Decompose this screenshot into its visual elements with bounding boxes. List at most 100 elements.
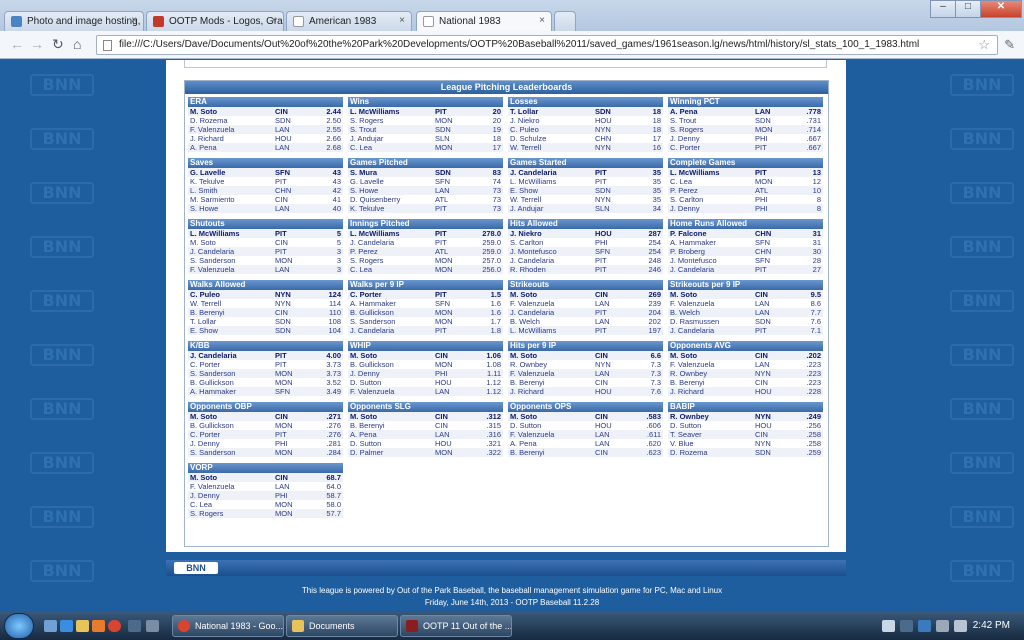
player-name-link[interactable]: J. Candelaria: [188, 351, 275, 360]
team-abbrev-link[interactable]: SDN: [275, 116, 313, 125]
chrome-icon[interactable]: [108, 620, 121, 632]
team-abbrev-link[interactable]: CHN: [275, 186, 313, 195]
team-abbrev-link[interactable]: LAN: [595, 430, 633, 439]
player-name-link[interactable]: S. Rogers: [348, 256, 435, 265]
player-name-link[interactable]: F. Valenzuela: [188, 125, 275, 134]
tray-arrow-icon[interactable]: [882, 620, 895, 632]
player-name-link[interactable]: C. Lea: [348, 143, 435, 152]
player-name-link[interactable]: A. Hammaker: [668, 238, 755, 247]
team-abbrev-link[interactable]: SFN: [755, 256, 793, 265]
team-abbrev-link[interactable]: CIN: [755, 351, 793, 360]
team-abbrev-link[interactable]: MON: [275, 421, 313, 430]
team-abbrev-link[interactable]: CIN: [275, 195, 313, 204]
forward-arrow-icon[interactable]: →: [30, 36, 44, 52]
player-name-link[interactable]: J. Denny: [668, 134, 755, 143]
player-name-link[interactable]: D. Rozema: [188, 116, 275, 125]
player-name-link[interactable]: B. Berenyi: [508, 378, 595, 387]
player-name-link[interactable]: L. Smith: [188, 186, 275, 195]
player-name-link[interactable]: P. Perez: [668, 186, 755, 195]
team-abbrev-link[interactable]: SLN: [435, 134, 473, 143]
team-abbrev-link[interactable]: PIT: [435, 204, 473, 213]
team-abbrev-link[interactable]: CIN: [595, 351, 633, 360]
team-abbrev-link[interactable]: HOU: [595, 387, 633, 396]
team-abbrev-link[interactable]: PHI: [755, 195, 793, 204]
media-player-icon[interactable]: [128, 620, 141, 632]
team-abbrev-link[interactable]: SDN: [435, 125, 473, 134]
player-name-link[interactable]: R. Ownbey: [508, 360, 595, 369]
clock[interactable]: 2:42 PM: [973, 620, 1010, 631]
team-abbrev-link[interactable]: PIT: [755, 265, 793, 274]
player-name-link[interactable]: C. Porter: [188, 430, 275, 439]
player-name-link[interactable]: J. Candelaria: [508, 168, 595, 177]
team-abbrev-link[interactable]: MON: [275, 378, 313, 387]
team-abbrev-link[interactable]: CIN: [435, 421, 473, 430]
team-abbrev-link[interactable]: MON: [275, 509, 313, 518]
player-name-link[interactable]: J. Andujar: [508, 204, 595, 213]
player-name-link[interactable]: C. Lea: [668, 177, 755, 186]
bnn-logo[interactable]: BNN: [174, 562, 218, 574]
team-abbrev-link[interactable]: MON: [275, 256, 313, 265]
player-name-link[interactable]: T. Seaver: [668, 430, 755, 439]
team-abbrev-link[interactable]: PIT: [435, 326, 473, 335]
player-name-link[interactable]: J. Denny: [188, 439, 275, 448]
player-name-link[interactable]: E. Show: [508, 186, 595, 195]
player-name-link[interactable]: E. Show: [188, 326, 275, 335]
team-abbrev-link[interactable]: PIT: [595, 168, 633, 177]
team-abbrev-link[interactable]: PHI: [435, 369, 473, 378]
player-name-link[interactable]: F. Valenzuela: [348, 387, 435, 396]
player-name-link[interactable]: S. Rogers: [348, 116, 435, 125]
team-abbrev-link[interactable]: CIN: [755, 290, 793, 299]
tray-network-icon[interactable]: [918, 620, 931, 632]
team-abbrev-link[interactable]: NYN: [595, 360, 633, 369]
player-name-link[interactable]: K. Tekulve: [188, 177, 275, 186]
team-abbrev-link[interactable]: CIN: [755, 378, 793, 387]
player-name-link[interactable]: M. Soto: [188, 238, 275, 247]
player-name-link[interactable]: J. Candelaria: [348, 238, 435, 247]
team-abbrev-link[interactable]: SFN: [435, 299, 473, 308]
team-abbrev-link[interactable]: LAN: [275, 265, 313, 274]
player-name-link[interactable]: S. Carlton: [508, 238, 595, 247]
player-name-link[interactable]: C. Porter: [188, 360, 275, 369]
player-name-link[interactable]: F. Valenzuela: [188, 482, 275, 491]
team-abbrev-link[interactable]: SDN: [755, 448, 793, 457]
team-abbrev-link[interactable]: HOU: [595, 421, 633, 430]
player-name-link[interactable]: J. Denny: [668, 204, 755, 213]
task-chrome-window[interactable]: National 1983 - Goo...: [172, 615, 284, 637]
player-name-link[interactable]: B. Berenyi: [188, 308, 275, 317]
tab-close-icon[interactable]: ×: [539, 15, 545, 26]
team-abbrev-link[interactable]: MON: [435, 317, 473, 326]
player-name-link[interactable]: M. Sarmiento: [188, 195, 275, 204]
team-abbrev-link[interactable]: NYN: [595, 125, 633, 134]
player-name-link[interactable]: D. Sutton: [348, 439, 435, 448]
team-abbrev-link[interactable]: SDN: [275, 326, 313, 335]
team-abbrev-link[interactable]: SDN: [595, 186, 633, 195]
player-name-link[interactable]: J. Montefusco: [668, 256, 755, 265]
team-abbrev-link[interactable]: MON: [755, 125, 793, 134]
player-name-link[interactable]: J. Candelaria: [668, 265, 755, 274]
player-name-link[interactable]: C. Puleo: [188, 290, 275, 299]
team-abbrev-link[interactable]: PHI: [275, 439, 313, 448]
team-abbrev-link[interactable]: SDN: [275, 317, 313, 326]
team-abbrev-link[interactable]: PIT: [275, 229, 313, 238]
team-abbrev-link[interactable]: LAN: [595, 299, 633, 308]
team-abbrev-link[interactable]: MON: [275, 500, 313, 509]
team-abbrev-link[interactable]: ATL: [755, 186, 793, 195]
team-abbrev-link[interactable]: MON: [275, 448, 313, 457]
team-abbrev-link[interactable]: LAN: [435, 387, 473, 396]
player-name-link[interactable]: S. Howe: [348, 186, 435, 195]
player-name-link[interactable]: B. Berenyi: [508, 448, 595, 457]
team-abbrev-link[interactable]: LAN: [755, 360, 793, 369]
team-abbrev-link[interactable]: PIT: [275, 177, 313, 186]
quicklaunch-icon[interactable]: [146, 620, 159, 632]
team-abbrev-link[interactable]: NYN: [755, 369, 793, 378]
team-abbrev-link[interactable]: CIN: [595, 412, 633, 421]
team-abbrev-link[interactable]: MON: [755, 177, 793, 186]
team-abbrev-link[interactable]: MON: [275, 369, 313, 378]
team-abbrev-link[interactable]: MON: [435, 116, 473, 125]
home-icon[interactable]: ⌂: [73, 36, 81, 52]
team-abbrev-link[interactable]: CIN: [275, 412, 313, 421]
team-abbrev-link[interactable]: NYN: [595, 143, 633, 152]
player-name-link[interactable]: G. Lavelle: [188, 168, 275, 177]
team-abbrev-link[interactable]: CIN: [755, 430, 793, 439]
close-window-button[interactable]: ✕: [980, 0, 1022, 18]
